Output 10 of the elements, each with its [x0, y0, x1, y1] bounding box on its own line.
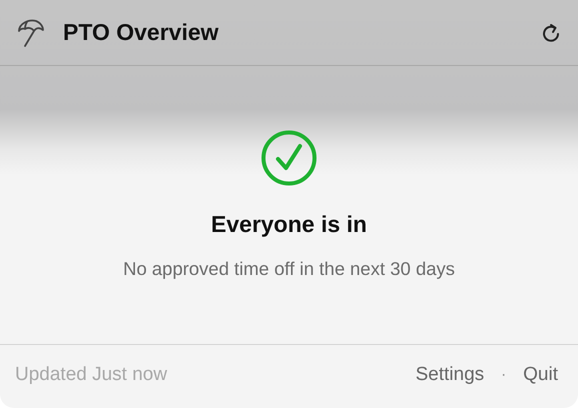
window-title: PTO Overview — [63, 19, 220, 46]
separator-dot: · — [501, 366, 506, 383]
footer-link[interactable]: Settings — [415, 364, 484, 386]
status-message: No approved time off in the next 30 days — [123, 258, 455, 280]
refresh-icon[interactable] — [541, 22, 561, 44]
status-title: Everyone is in — [211, 211, 367, 238]
footer-link[interactable]: Quit — [523, 364, 558, 386]
umbrella-icon — [16, 18, 44, 48]
updated-text: Updated Just now — [15, 364, 168, 386]
check-circle-icon — [261, 130, 317, 186]
